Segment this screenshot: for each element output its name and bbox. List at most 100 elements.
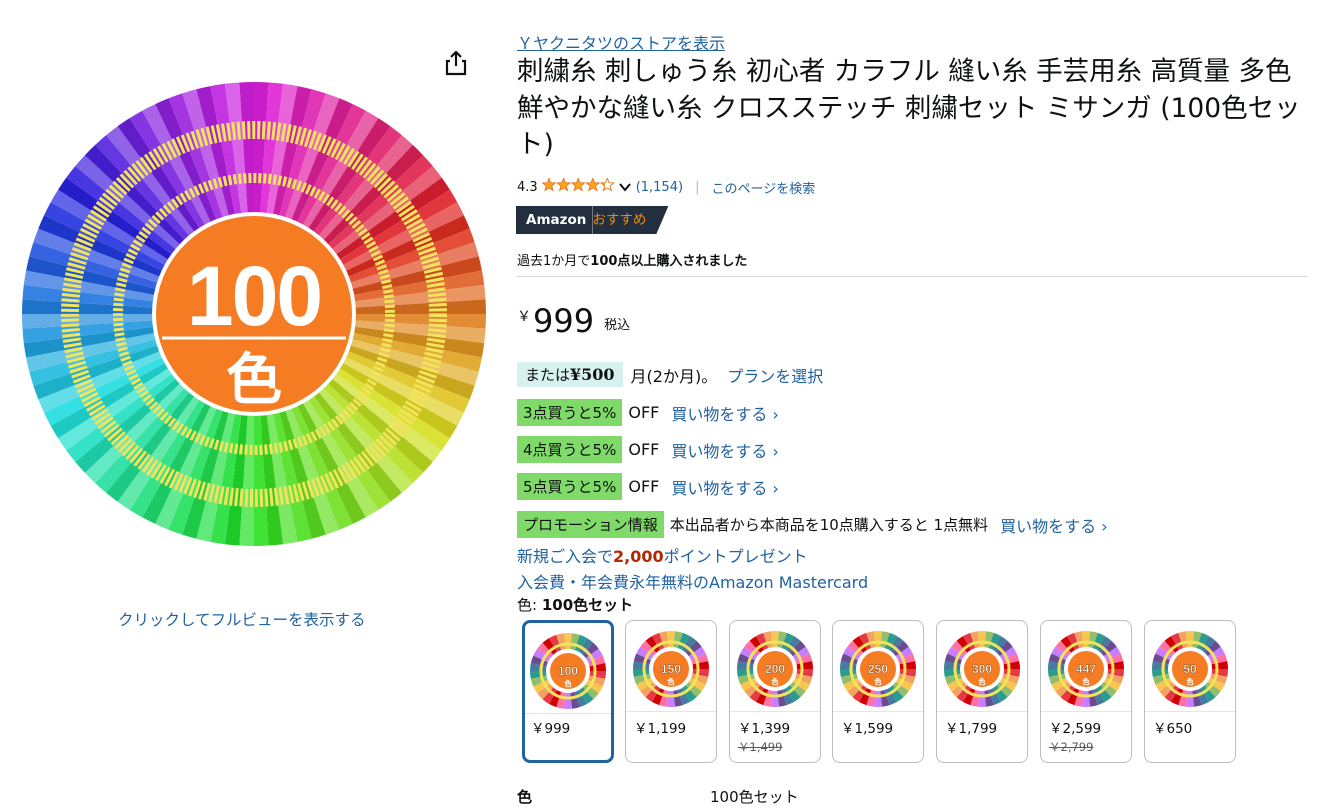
- review-count-link[interactable]: (1,154): [636, 180, 683, 195]
- color-swatch-447[interactable]: 447 色 ￥2,599 ￥2,799: [1040, 620, 1132, 763]
- full-view-link[interactable]: クリックしてフルビューを表示する: [118, 608, 366, 630]
- promotion-row: プロモーション情報 本出品者から本商品を10点購入すると 1点無料 買い物をする…: [517, 511, 1108, 538]
- star: [555, 176, 571, 192]
- points-amount: 2,000: [613, 547, 664, 566]
- chevron-down-icon[interactable]: [618, 180, 632, 194]
- swatch-thumbnail: 447 色: [1046, 629, 1126, 709]
- swatch-price: ￥999: [531, 721, 571, 737]
- bulk-offer-off: OFF: [628, 403, 660, 422]
- svg-text:100: 100: [558, 664, 578, 678]
- swatch-thumbnail: 250 色: [838, 629, 918, 709]
- divider: |: [695, 179, 700, 195]
- divider: [1145, 711, 1235, 712]
- spec-value: 100色セット: [710, 788, 799, 806]
- promotion-shop-link[interactable]: 買い物をする ›: [1000, 513, 1108, 537]
- divider: [937, 711, 1027, 712]
- svg-text:200: 200: [765, 662, 785, 676]
- divider: [833, 711, 923, 712]
- bulk-offer-shop-link[interactable]: 買い物をする ›: [671, 475, 779, 499]
- svg-text:300: 300: [972, 662, 992, 676]
- price-tax: 税込: [604, 318, 631, 333]
- select-plan-link[interactable]: プランを選択: [727, 363, 823, 387]
- points-suffix: ポイントプレゼント: [663, 547, 808, 566]
- promotion-pill: プロモーション情報: [517, 511, 664, 538]
- color-label-value: 100色セット: [541, 596, 634, 614]
- svg-text:50: 50: [1183, 662, 1197, 676]
- bulk-offer-row: 4点買うと5% OFF 買い物をする ›: [517, 436, 779, 463]
- bulk-offer-shop-link[interactable]: 買い物をする ›: [671, 401, 779, 425]
- color-swatch-150[interactable]: 150 色 ￥1,199: [625, 620, 717, 763]
- purchase-count-bold: 100点以上購入されました: [590, 254, 748, 269]
- points-prefix: 新規ご入会で: [517, 547, 614, 566]
- color-label-key: 色:: [517, 596, 538, 614]
- swatch-thumbnail: 100 色: [528, 631, 608, 711]
- swatch-thumbnail: 50 色: [1150, 629, 1230, 709]
- color-swatch-100[interactable]: 100 色 ￥999: [522, 620, 614, 763]
- svg-text:447: 447: [1076, 662, 1096, 676]
- bulk-offer-pill: 4点買うと5%: [517, 436, 623, 463]
- svg-text:色: 色: [875, 677, 882, 686]
- search-page-link[interactable]: このページを検索: [711, 178, 815, 197]
- installment-pill: または¥500: [517, 362, 623, 387]
- price: ￥ 999 税込: [517, 302, 630, 340]
- color-swatch-250[interactable]: 250 色 ￥1,599: [832, 620, 924, 763]
- swatch-price: ￥1,599: [841, 721, 894, 737]
- color-swatch-200[interactable]: 200 色 ￥1,399 ￥1,499: [729, 620, 821, 763]
- share-icon[interactable]: [444, 50, 468, 76]
- badge-label: おすすめ: [592, 206, 668, 234]
- star: [599, 176, 615, 192]
- store-link[interactable]: Ｙヤクニタツのストアを表示: [517, 30, 725, 54]
- star-rating-icon[interactable]: [541, 176, 616, 196]
- swatch-old-price: ￥1,499: [738, 740, 783, 754]
- badge-brand: Amazon: [516, 206, 593, 234]
- rating-value: 4.3: [517, 179, 538, 195]
- swatch-thumbnail: 200 色: [735, 629, 815, 709]
- bulk-offer-off: OFF: [628, 477, 660, 496]
- divider: [626, 711, 716, 712]
- swatch-old-price: ￥2,799: [1049, 740, 1094, 754]
- swatch-price: ￥1,199: [634, 721, 687, 737]
- bulk-offer-pill: 3点買うと5%: [517, 399, 623, 426]
- installment-suffix: 月(2か月)。: [630, 366, 718, 386]
- bulk-offer-off: OFF: [628, 440, 660, 459]
- purchase-count: 過去1か月で100点以上購入されました: [517, 250, 747, 269]
- purchase-count-prefix: 過去1か月で: [517, 254, 591, 269]
- installment-amount: ¥500: [570, 365, 615, 384]
- spec-key: 色: [517, 788, 533, 806]
- bulk-offer-row: 3点買うと5% OFF 買い物をする ›: [517, 399, 779, 426]
- divider: [525, 713, 611, 714]
- svg-text:色: 色: [772, 677, 779, 686]
- amazon-recommended-badge: Amazon おすすめ: [516, 206, 668, 234]
- color-swatch-50[interactable]: 50 色 ￥650: [1144, 620, 1236, 763]
- bulk-offer-row: 5点買うと5% OFF 買い物をする ›: [517, 473, 779, 500]
- swatch-price: ￥650: [1153, 721, 1193, 737]
- swatch-price: ￥1,399: [738, 721, 791, 737]
- color-label: 色: 100色セット: [517, 594, 633, 615]
- color-swatch-300[interactable]: 300 色 ￥1,799: [936, 620, 1028, 763]
- svg-text:色: 色: [1187, 677, 1194, 686]
- swatch-price: ￥1,799: [945, 721, 998, 737]
- points-promo-link[interactable]: 新規ご入会で2,000ポイントプレゼント: [517, 543, 808, 567]
- divider: [1041, 711, 1131, 712]
- installment-prefix: または: [525, 366, 571, 384]
- swatch-price: ￥2,599: [1049, 721, 1102, 737]
- svg-text:150: 150: [661, 662, 681, 676]
- product-main-image[interactable]: 100 色: [18, 80, 490, 548]
- svg-text:色: 色: [1083, 677, 1090, 686]
- divider: [517, 276, 1307, 277]
- promotion-text: 本出品者から本商品を10点購入すると 1点無料: [669, 516, 989, 534]
- divider: [730, 711, 820, 712]
- bulk-offer-pill: 5点買うと5%: [517, 473, 623, 500]
- star: [541, 176, 557, 192]
- product-title: 刺繍糸 刺しゅう糸 初心者 カラフル 縫い糸 手芸用糸 高質量 多色鮮やかな縫い…: [517, 56, 1301, 160]
- bulk-offer-shop-link[interactable]: 買い物をする ›: [671, 438, 779, 462]
- price-amount: 999: [533, 302, 595, 340]
- rating-row: 4.3 (1,154) | このページを検索: [517, 176, 815, 197]
- mastercard-promo-link[interactable]: 入会費・年会費永年無料のAmazon Mastercard: [517, 569, 868, 593]
- svg-text:250: 250: [868, 662, 888, 676]
- installment-row: または¥500 月(2か月)。 プランを選択: [517, 362, 823, 387]
- svg-text:色: 色: [565, 679, 572, 688]
- svg-text:色: 色: [668, 677, 675, 686]
- star: [570, 176, 586, 192]
- svg-text:色: 色: [979, 677, 986, 686]
